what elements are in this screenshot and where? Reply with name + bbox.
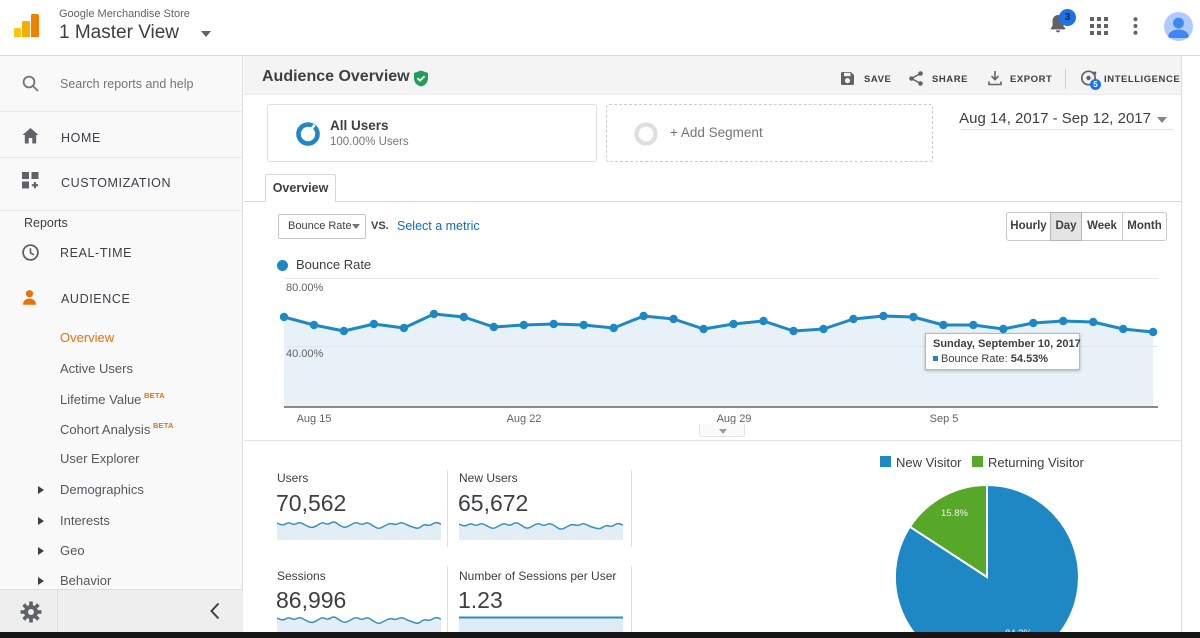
svg-text:15.8%: 15.8% <box>941 508 968 519</box>
